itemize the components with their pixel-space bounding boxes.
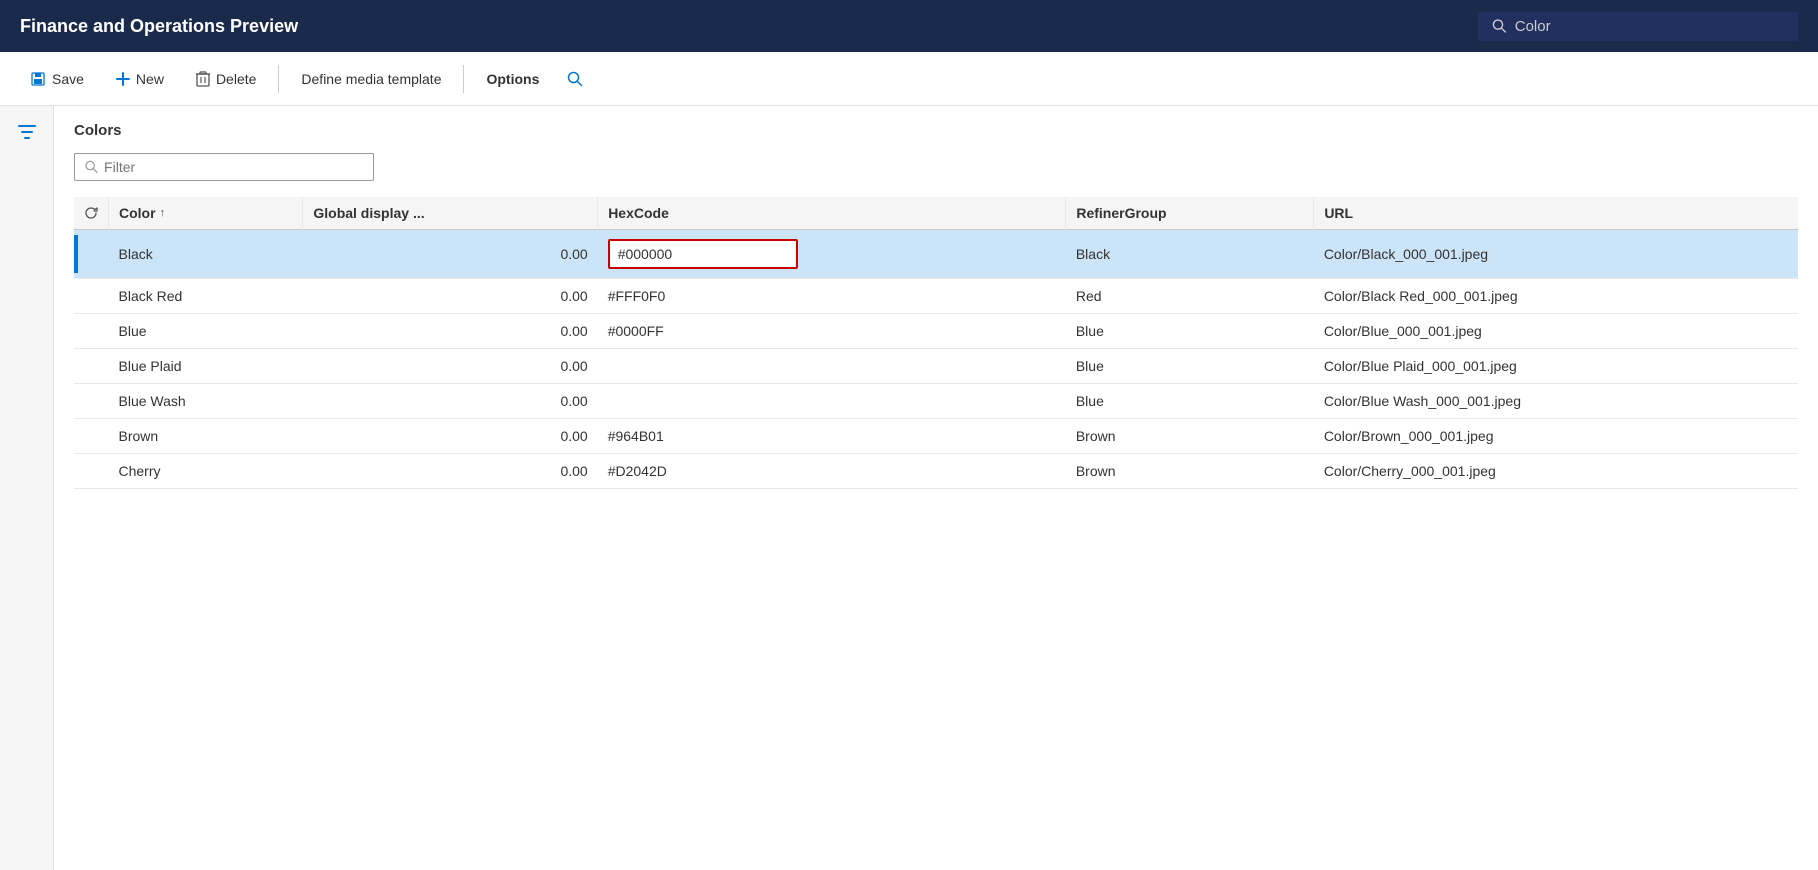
row-indicator [74, 230, 109, 279]
table-row[interactable]: Cherry0.00#D2042DBrownColor/Cherry_000_0… [74, 454, 1798, 489]
search-icon [1492, 18, 1507, 34]
options-button[interactable]: Options [472, 65, 553, 93]
cell-color: Brown [109, 419, 303, 454]
save-icon [30, 71, 46, 87]
table-row[interactable]: Blue Wash0.00 BlueColor/Blue Wash_000_001… [74, 384, 1798, 419]
cell-global-display: 0.00 [303, 279, 598, 314]
sidebar [0, 106, 54, 870]
toolbar: Save New Delete Define media template Op… [0, 52, 1818, 106]
cell-color: Blue Plaid [109, 349, 303, 384]
toolbar-divider [278, 65, 279, 93]
th-url[interactable]: URL [1314, 197, 1798, 230]
cell-url: Color/Black_000_001.jpeg [1314, 230, 1798, 279]
th-color-label: Color [119, 205, 156, 221]
row-indicator [74, 454, 109, 489]
save-button[interactable]: Save [16, 65, 98, 93]
cell-url: Color/Blue Plaid_000_001.jpeg [1314, 349, 1798, 384]
filter-input-wrap[interactable] [74, 153, 374, 181]
cell-global-display: 0.00 [303, 230, 598, 279]
new-button[interactable]: New [102, 65, 178, 93]
top-search-box[interactable] [1478, 12, 1798, 41]
cell-url: Color/Blue_000_001.jpeg [1314, 314, 1798, 349]
table-header-row: Color ↑ Global display ... HexCode Refin… [74, 197, 1798, 230]
cell-color: Black Red [109, 279, 303, 314]
cell-refiner-group: Black [1066, 230, 1314, 279]
plus-icon [116, 72, 130, 86]
cell-refiner-group: Blue [1066, 384, 1314, 419]
th-global-display-label: Global display ... [313, 205, 424, 221]
row-indicator [74, 349, 109, 384]
main-area: Colors [0, 106, 1818, 870]
cell-refiner-group: Brown [1066, 454, 1314, 489]
table-row[interactable]: Blue0.00#0000FFBlueColor/Blue_000_001.jp… [74, 314, 1798, 349]
toolbar-divider-2 [463, 65, 464, 93]
cell-hexcode: #964B01 [598, 419, 1066, 454]
cell-color: Black [109, 230, 303, 279]
cell-url: Color/Black Red_000_001.jpeg [1314, 279, 1798, 314]
cell-global-display: 0.00 [303, 314, 598, 349]
delete-label: Delete [216, 71, 256, 87]
delete-icon [196, 71, 210, 87]
app-title: Finance and Operations Preview [20, 16, 1478, 37]
cell-global-display: 0.00 [303, 454, 598, 489]
row-indicator [74, 279, 109, 314]
content-panel: Colors [54, 106, 1818, 870]
filter-icon[interactable] [17, 122, 37, 148]
cell-refiner-group: Brown [1066, 419, 1314, 454]
th-url-label: URL [1324, 205, 1353, 221]
refresh-icon[interactable] [84, 206, 98, 220]
th-color[interactable]: Color ↑ [109, 197, 303, 230]
table-row[interactable]: Blue Plaid0.00 BlueColor/Blue Plaid_000_0… [74, 349, 1798, 384]
table-row[interactable]: Black0.00BlackColor/Black_000_001.jpeg [74, 230, 1798, 279]
filter-search-icon [85, 160, 98, 174]
cell-url: Color/Cherry_000_001.jpeg [1314, 454, 1798, 489]
toolbar-search-icon [567, 71, 583, 87]
cell-global-display: 0.00 [303, 349, 598, 384]
cell-color: Blue [109, 314, 303, 349]
cell-hexcode[interactable] [598, 230, 1066, 279]
sort-arrow-icon: ↑ [160, 207, 166, 219]
th-refresh[interactable] [74, 197, 109, 230]
cell-hexcode: #FFF0F0 [598, 279, 1066, 314]
new-label: New [136, 71, 164, 87]
cell-global-display: 0.00 [303, 419, 598, 454]
row-indicator [74, 384, 109, 419]
cell-refiner-group: Blue [1066, 314, 1314, 349]
th-global-display[interactable]: Global display ... [303, 197, 598, 230]
table-row[interactable]: Brown0.00#964B01BrownColor/Brown_000_001… [74, 419, 1798, 454]
cell-hexcode [598, 349, 1066, 384]
cell-hexcode [598, 384, 1066, 419]
cell-hexcode: #0000FF [598, 314, 1066, 349]
row-indicator [74, 314, 109, 349]
cell-hexcode: #D2042D [598, 454, 1066, 489]
filter-input[interactable] [104, 159, 363, 175]
define-media-button[interactable]: Define media template [287, 65, 455, 93]
th-hexcode-label: HexCode [608, 205, 669, 221]
save-label: Save [52, 71, 84, 87]
top-search-input[interactable] [1515, 18, 1784, 35]
cell-color: Blue Wash [109, 384, 303, 419]
row-indicator [74, 419, 109, 454]
top-bar: Finance and Operations Preview [0, 0, 1818, 52]
th-hexcode[interactable]: HexCode [598, 197, 1066, 230]
cell-refiner-group: Blue [1066, 349, 1314, 384]
cell-global-display: 0.00 [303, 384, 598, 419]
options-label: Options [486, 71, 539, 87]
data-table: Color ↑ Global display ... HexCode Refin… [74, 197, 1798, 489]
toolbar-search-button[interactable] [557, 61, 593, 97]
hexcode-active-input[interactable] [608, 239, 798, 269]
cell-refiner-group: Red [1066, 279, 1314, 314]
cell-color: Cherry [109, 454, 303, 489]
th-refiner-group[interactable]: RefinerGroup [1066, 197, 1314, 230]
section-title: Colors [74, 122, 1798, 139]
define-media-label: Define media template [301, 71, 441, 87]
cell-url: Color/Blue Wash_000_001.jpeg [1314, 384, 1798, 419]
cell-url: Color/Brown_000_001.jpeg [1314, 419, 1798, 454]
table-row[interactable]: Black Red0.00#FFF0F0RedColor/Black Red_0… [74, 279, 1798, 314]
th-refiner-group-label: RefinerGroup [1076, 205, 1166, 221]
delete-button[interactable]: Delete [182, 65, 270, 93]
